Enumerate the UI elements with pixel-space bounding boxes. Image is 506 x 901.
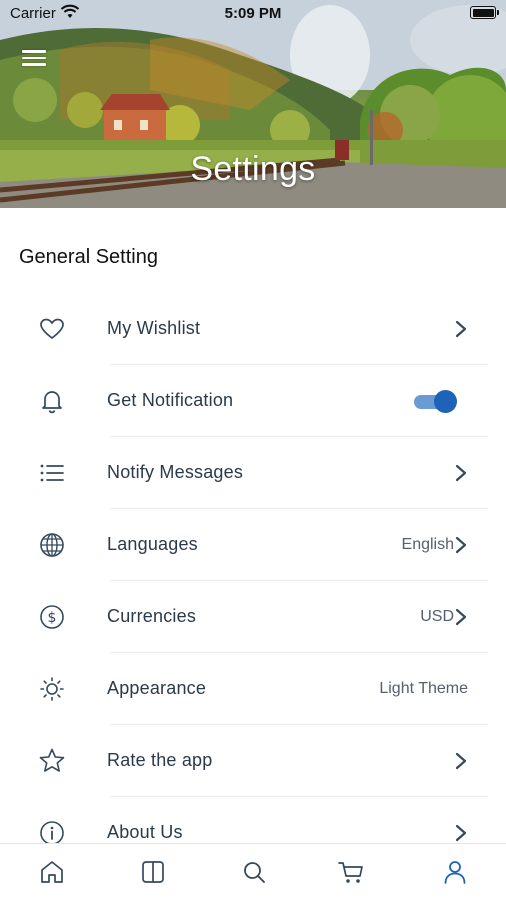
setting-label: About Us — [107, 822, 183, 842]
setting-row-currencies[interactable]: $ Currencies USD — [0, 581, 506, 653]
setting-row-notification: Get Notification — [0, 365, 506, 437]
heart-icon — [40, 318, 64, 340]
search-icon[interactable] — [240, 858, 268, 886]
star-icon — [39, 748, 65, 772]
setting-label: Get Notification — [107, 390, 234, 410]
status-bar: Carrier 5:09 PM — [0, 0, 506, 28]
header-banner: Carrier 5:09 PM Settings — [0, 0, 506, 208]
setting-label: Appearance — [107, 678, 207, 698]
svg-text:$: $ — [48, 610, 57, 626]
toggle-knob — [434, 390, 457, 413]
bell-icon — [42, 391, 62, 414]
chevron-right-icon — [455, 536, 467, 554]
chevron-right-icon — [455, 608, 467, 626]
setting-row-wishlist[interactable]: My Wishlist — [0, 293, 506, 365]
hamburger-icon — [22, 50, 46, 53]
section-title: General Setting — [19, 246, 158, 268]
setting-label: Rate the app — [107, 750, 213, 770]
tab-bar — [0, 843, 506, 901]
chevron-right-icon — [455, 752, 467, 770]
menu-button[interactable] — [22, 50, 46, 68]
chevron-right-icon — [455, 320, 467, 338]
setting-label: My Wishlist — [107, 318, 201, 338]
settings-list: My Wishlist Get Notification Notify Mess… — [0, 293, 506, 869]
chevron-right-icon — [455, 464, 467, 482]
profile-icon[interactable] — [441, 858, 469, 886]
setting-row-appearance[interactable]: Appearance Light Theme — [0, 653, 506, 725]
setting-row-messages[interactable]: Notify Messages — [0, 437, 506, 509]
dollar-circle-icon: $ — [40, 605, 64, 629]
battery-icon — [470, 6, 499, 19]
globe-icon — [40, 533, 64, 557]
notification-toggle[interactable] — [412, 389, 458, 413]
chevron-right-icon — [455, 824, 467, 842]
language-value: English — [401, 536, 454, 553]
setting-label: Languages — [107, 534, 198, 554]
cart-icon[interactable] — [337, 858, 365, 886]
setting-row-rate[interactable]: Rate the app — [0, 725, 506, 797]
setting-label: Notify Messages — [107, 462, 244, 482]
appearance-value: Light Theme — [379, 680, 468, 697]
setting-row-languages[interactable]: Languages English — [0, 509, 506, 581]
list-icon — [40, 464, 64, 482]
page-title: Settings — [190, 150, 316, 188]
sun-icon — [40, 677, 64, 701]
currency-value: USD — [420, 608, 454, 625]
clock: 5:09 PM — [224, 5, 282, 22]
setting-label: Currencies — [107, 606, 197, 626]
split-view-icon[interactable] — [139, 858, 167, 886]
home-icon[interactable] — [38, 858, 66, 886]
